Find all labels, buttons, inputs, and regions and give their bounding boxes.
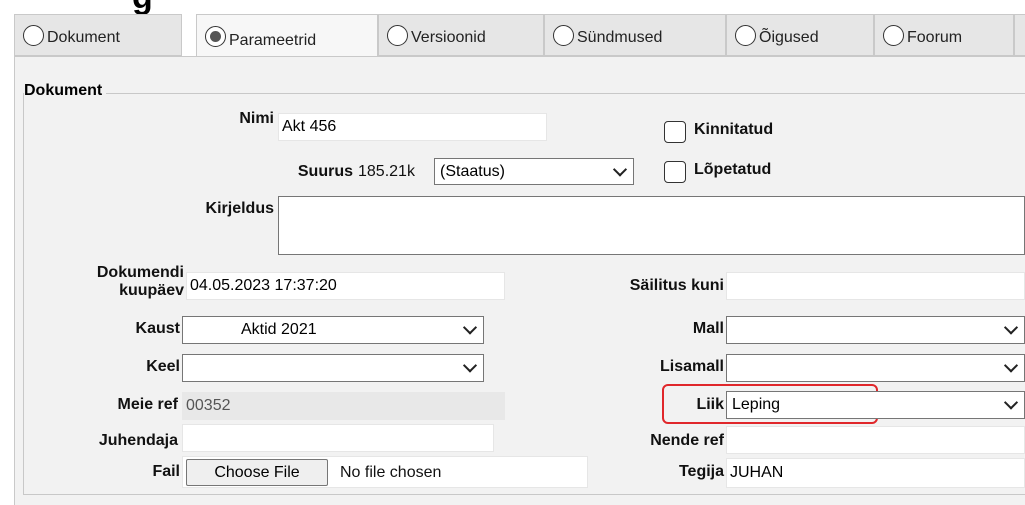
top-strip: g	[0, 0, 1025, 16]
lisamall-label: Lisamall	[659, 358, 724, 375]
lopetatud-checkbox[interactable]	[664, 161, 686, 183]
chevron-down-icon	[1003, 358, 1019, 373]
kirjeldus-textarea[interactable]	[278, 196, 1025, 255]
choose-file-button[interactable]: Choose File	[186, 459, 328, 486]
tab-label: Versioonid	[411, 28, 486, 46]
tegija-input[interactable]: JUHAN	[726, 458, 1025, 488]
meie-ref-label: Meie ref	[117, 396, 178, 413]
nimi-input[interactable]: Akt 456	[278, 113, 547, 141]
radio-icon[interactable]	[735, 24, 756, 46]
juhendaja-input[interactable]	[182, 424, 494, 452]
fail-input[interactable]: Choose File No file chosen	[182, 456, 588, 488]
staatus-select[interactable]: (Staatus)	[434, 158, 634, 185]
tab-sundmused[interactable]: Sündmused	[544, 14, 726, 56]
kinnitatud-checkbox[interactable]	[664, 121, 686, 143]
radio-icon[interactable]	[553, 24, 574, 46]
radio-icon[interactable]	[387, 24, 408, 46]
tab-label: Foorum	[907, 28, 963, 46]
kirjeldus-label: Kirjeldus	[205, 200, 274, 217]
tab-parameetrid[interactable]: Parameetrid	[196, 14, 378, 58]
kaust-select[interactable]: Aktid 2021	[182, 316, 484, 344]
tab-bar: Dokument Parameetrid Versioonid Sündmuse…	[14, 14, 1025, 58]
staatus-value: (Staatus)	[440, 162, 505, 180]
chevron-down-icon	[462, 358, 478, 373]
nimi-label: Nimi	[239, 110, 274, 127]
kinnitatud-label: Kinnitatud	[694, 121, 774, 138]
nende-ref-input[interactable]	[726, 426, 1025, 454]
kaust-value: Aktid 2021	[241, 321, 317, 338]
suurus-label: Suurus	[297, 163, 353, 180]
tab-label: Õigused	[759, 28, 819, 46]
suurus-value: 185.21k	[358, 163, 415, 180]
radio-icon[interactable]	[23, 24, 44, 46]
mall-label: Mall	[692, 320, 724, 337]
meie-ref-input: 00352	[182, 392, 505, 420]
liik-select[interactable]: Leping	[726, 391, 1025, 419]
liik-value: Leping	[732, 396, 781, 413]
radio-selected-icon[interactable]	[205, 25, 226, 47]
nende-ref-label: Nende ref	[650, 432, 724, 449]
lopetatud-label: Lõpetatud	[694, 161, 772, 178]
keel-label: Keel	[146, 358, 180, 375]
tab-dokument[interactable]: Dokument	[14, 14, 182, 56]
fail-label: Fail	[152, 463, 180, 480]
tegija-label: Tegija	[678, 463, 724, 480]
lisamall-select[interactable]	[726, 354, 1025, 382]
chevron-down-icon	[612, 161, 628, 177]
dokumendi-kuupaev-input[interactable]: 04.05.2023 17:37:20	[186, 272, 505, 300]
tab-versioonid[interactable]: Versioonid	[378, 14, 544, 56]
fieldset-legend: Dokument	[24, 82, 107, 100]
dokumendi-kuupaev-label: Dokumendi kuupäev	[40, 264, 184, 300]
tab-label: Dokument	[47, 28, 120, 46]
chevron-down-icon	[1003, 320, 1019, 335]
tab-foorum[interactable]: Foorum	[874, 14, 1014, 56]
juhendaja-label: Juhendaja	[98, 432, 178, 449]
tab-label: Sündmused	[577, 28, 663, 46]
chevron-down-icon	[1003, 395, 1019, 410]
sailitus-kuni-input[interactable]	[726, 272, 1025, 300]
sailitus-kuni-label: Säilitus kuni	[629, 277, 724, 294]
kaust-label: Kaust	[135, 320, 180, 337]
dokumendi-kuupaev-label-line1: Dokumendi	[96, 264, 184, 281]
tab-label: Parameetrid	[229, 32, 317, 49]
keel-select[interactable]	[182, 354, 484, 382]
radio-icon[interactable]	[883, 24, 904, 46]
liik-label: Liik	[696, 396, 724, 413]
chevron-down-icon	[462, 320, 478, 335]
tab-oigused[interactable]: Õigused	[726, 14, 874, 56]
file-status: No file chosen	[340, 464, 442, 481]
tab-overflow[interactable]	[1014, 14, 1025, 56]
dokumendi-kuupaev-label-line2: kuupäev	[119, 282, 184, 299]
mall-select[interactable]	[726, 316, 1025, 344]
